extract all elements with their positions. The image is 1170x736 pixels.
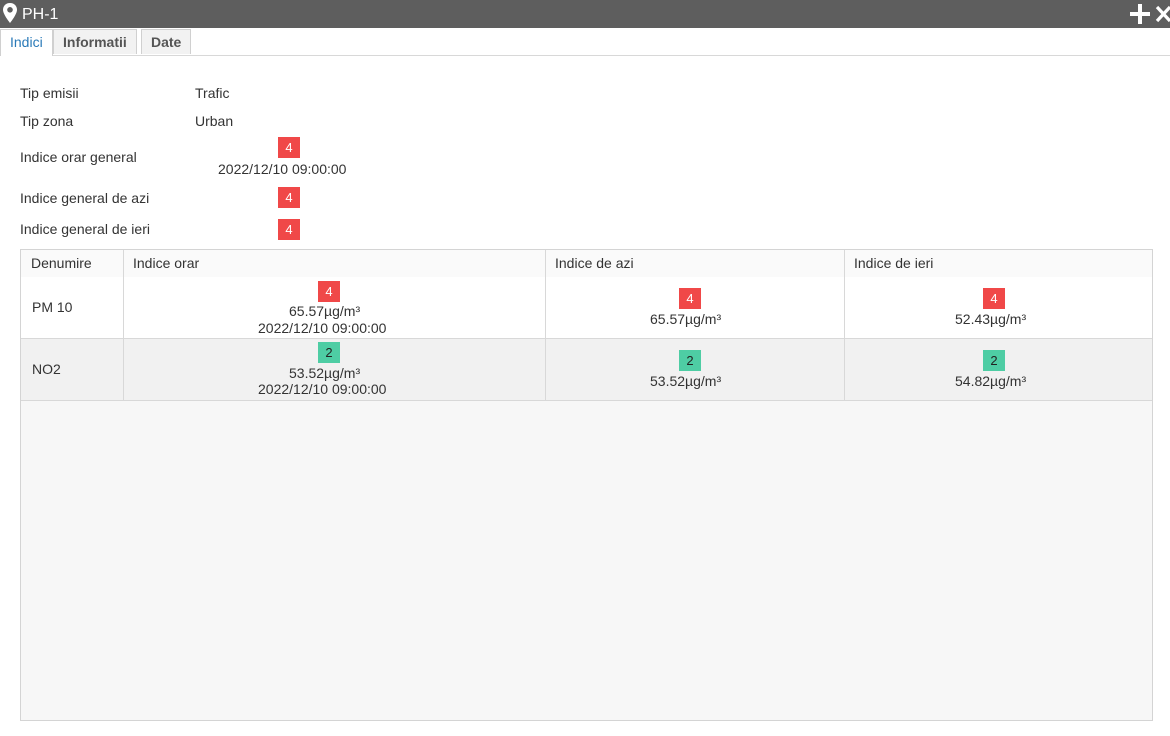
window-titlebar: PH-1 [0,0,1170,28]
azi-index-badge: 4 [679,288,701,309]
indice-azi-label: Indice general de azi [20,190,150,206]
header-indice-orar[interactable]: Indice orar [123,250,545,277]
ieri-index-badge: 2 [983,350,1005,371]
orar-value: 65.57µg/m³ [289,303,361,319]
azi-index-badge: 2 [679,350,701,371]
indice-orar-general-label: Indice orar general [20,149,137,165]
tab-bar: Indici Informatii Date [0,28,1170,56]
table-header: Denumire Indice orar Indice de azi Indic… [21,250,1152,278]
column-divider [844,250,845,400]
row-name: NO2 [32,361,61,377]
tab-informatii[interactable]: Informatii [53,29,137,54]
orar-timestamp: 2022/12/10 09:00:00 [258,381,387,397]
column-divider [123,250,124,400]
tab-date[interactable]: Date [141,29,192,54]
indice-ieri-badge: 4 [278,219,300,240]
header-indice-azi[interactable]: Indice de azi [545,250,844,277]
indice-azi-badge: 4 [278,187,300,208]
azi-value: 65.57µg/m³ [650,311,722,327]
ieri-value: 54.82µg/m³ [955,373,1027,389]
row-name: PM 10 [32,299,73,315]
header-denumire[interactable]: Denumire [21,250,123,277]
map-pin-icon [3,3,17,23]
orar-index-badge: 2 [318,342,340,363]
header-indice-ieri[interactable]: Indice de ieri [844,250,1152,277]
indices-table: Denumire Indice orar Indice de azi Indic… [20,249,1153,721]
indice-orar-general-badge: 4 [278,137,300,158]
orar-index-badge: 4 [318,281,340,302]
ieri-index-badge: 4 [983,288,1005,309]
tip-zona-label: Tip zona [20,113,74,129]
tip-emisii-label: Tip emisii [20,85,79,101]
indice-ieri-label: Indice general de ieri [20,221,150,237]
close-icon[interactable] [1155,4,1170,24]
orar-value: 53.52µg/m³ [289,365,361,381]
ieri-value: 52.43µg/m³ [955,311,1027,327]
azi-value: 53.52µg/m³ [650,373,722,389]
tip-emisii-value: Trafic [195,85,230,101]
table-row: NO2 2 53.52µg/m³ 2022/12/10 09:00:00 2 5… [21,339,1152,401]
table-row: PM 10 4 65.57µg/m³ 2022/12/10 09:00:00 4… [21,277,1152,339]
tip-zona-value: Urban [195,113,234,129]
column-divider [545,250,546,400]
indice-orar-general-timestamp: 2022/12/10 09:00:00 [218,161,347,177]
window-title: PH-1 [22,6,59,23]
plus-icon[interactable] [1129,3,1151,25]
tab-indici[interactable]: Indici [0,29,53,56]
orar-timestamp: 2022/12/10 09:00:00 [258,320,387,336]
